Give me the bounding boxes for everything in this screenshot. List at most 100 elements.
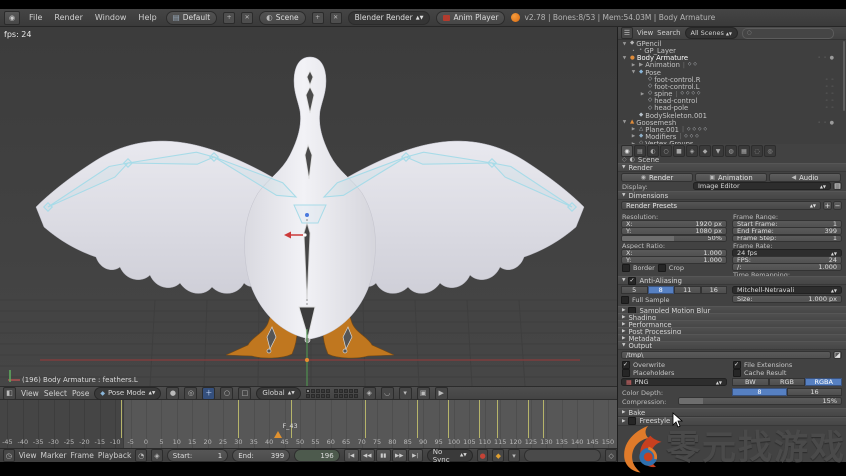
menu-window[interactable]: Window: [92, 13, 130, 22]
menu-pose[interactable]: Pose: [72, 389, 89, 398]
tab-object-data[interactable]: ▼: [712, 145, 724, 157]
menu-view[interactable]: View: [19, 451, 37, 460]
layer-toggle[interactable]: [321, 394, 325, 398]
layer-toggle[interactable]: [321, 389, 325, 393]
pause-button[interactable]: ▮▮: [376, 449, 391, 462]
3d-viewport[interactable]: fps: 24 (196) Body Armature : feathers.L: [0, 27, 617, 386]
overwrite-checkbox[interactable]: [622, 361, 630, 369]
anim-player-button[interactable]: Anim Player: [436, 11, 505, 25]
expander-icon[interactable]: ▶: [639, 92, 646, 97]
editor-type-icon[interactable]: ◷: [3, 449, 15, 462]
output-file-extensions-row[interactable]: File Extensions: [733, 361, 792, 369]
jump-to-end-button[interactable]: ▶|: [408, 449, 423, 462]
add-layout-button[interactable]: +: [223, 12, 235, 24]
aa-sample-11[interactable]: 11: [674, 286, 701, 294]
menu-render[interactable]: Render: [51, 13, 85, 22]
restrict-select-icon[interactable]: ◦: [831, 84, 834, 90]
delete-layout-button[interactable]: ✕: [241, 12, 253, 24]
layer-toggle[interactable]: [339, 389, 343, 393]
menu-select[interactable]: Select: [44, 389, 67, 398]
restrict-view-icon[interactable]: ◦: [825, 91, 828, 97]
screen-layout-selector[interactable]: ▤ Default: [166, 11, 218, 25]
layer-toggle[interactable]: [344, 394, 348, 398]
restrict-select-icon[interactable]: ◦: [824, 120, 827, 126]
tab-texture[interactable]: ▦: [738, 145, 750, 157]
inline-icon[interactable]: ◇: [691, 92, 694, 97]
render-engine-dropdown[interactable]: Blender Render ▲▼: [348, 11, 431, 25]
expander-icon[interactable]: ▼: [621, 42, 628, 47]
restrict-render-icon[interactable]: ●: [830, 55, 834, 61]
lock-icon[interactable]: ◈: [363, 387, 376, 400]
restrict-view-icon[interactable]: ◦: [825, 84, 828, 90]
mode-dropdown[interactable]: ◆ Pose Mode ▲▼: [94, 387, 161, 400]
dim-left-field-y[interactable]: Y:1080 px: [621, 227, 727, 235]
orientation-dropdown[interactable]: Global ▲▼: [256, 387, 300, 400]
preview-range-icon[interactable]: ◔: [135, 449, 147, 462]
restrict-view-icon[interactable]: ◦: [825, 77, 828, 83]
tab-modifiers[interactable]: ◆: [699, 145, 711, 157]
full-sample-checkbox[interactable]: [621, 296, 629, 304]
tab-material[interactable]: ◍: [725, 145, 737, 157]
editor-type-icon[interactable]: ◉: [4, 11, 20, 25]
display-dropdown[interactable]: Image Editor ▲▼: [693, 182, 831, 190]
layer-toggle[interactable]: [349, 389, 353, 393]
layer-toggle[interactable]: [311, 394, 315, 398]
output-placeholders-row[interactable]: Placeholders: [622, 369, 674, 377]
layer-toggle[interactable]: [344, 389, 348, 393]
display-mode-dropdown[interactable]: All Scenes ▲▼: [685, 27, 739, 39]
render-opengl-anim-icon[interactable]: ▶: [435, 387, 448, 400]
layer-toggle[interactable]: [326, 389, 330, 393]
expander-icon[interactable]: ▶: [630, 134, 637, 139]
aa-sample-5[interactable]: 5: [621, 286, 648, 294]
inline-icon[interactable]: ◇: [697, 92, 700, 97]
layer-buttons[interactable]: [306, 389, 358, 398]
layer-toggle[interactable]: [349, 394, 353, 398]
menu-file[interactable]: File: [26, 13, 45, 22]
channel-rgba[interactable]: RGBA: [805, 378, 842, 386]
border-checkbox[interactable]: [622, 264, 630, 272]
output-overwrite-row[interactable]: Overwrite: [622, 361, 665, 369]
animation-button[interactable]: ▣ Animation: [695, 173, 767, 182]
jump-to-start-button[interactable]: |◀: [344, 449, 359, 462]
panel-header-antialiasing[interactable]: ▼ Anti-Aliasing: [618, 276, 846, 285]
current-frame-field[interactable]: 196: [294, 449, 340, 462]
dim-right-field-end-frame[interactable]: End Frame:399: [732, 227, 842, 235]
tab-constraints[interactable]: ◈: [686, 145, 698, 157]
aa-filter-dropdown[interactable]: Mitchell-Netravali ▲▼: [732, 286, 842, 294]
snap-magnet-icon[interactable]: ◡: [381, 387, 394, 400]
render-button[interactable]: ◉ Render: [621, 173, 693, 182]
record-button[interactable]: ●: [477, 449, 489, 462]
menu-search[interactable]: Search: [657, 29, 680, 37]
preset-remove-button[interactable]: −: [833, 201, 842, 210]
inline-icon[interactable]: ◇: [698, 128, 701, 133]
expander-icon[interactable]: ▶: [630, 127, 637, 132]
inline-icon[interactable]: ◇: [681, 92, 684, 97]
file-format-dropdown[interactable]: ▦ PNG ▲▼: [621, 378, 727, 386]
manipulator-rotate-icon[interactable]: ○: [220, 387, 233, 400]
pivot-center-icon[interactable]: ◎: [184, 387, 197, 400]
inline-icon[interactable]: ◇: [703, 128, 706, 133]
dim-left-field-y[interactable]: Y:1.000: [621, 256, 727, 264]
menu-view[interactable]: View: [21, 389, 39, 398]
render-presets-dropdown[interactable]: Render Presets ▲▼: [621, 201, 821, 210]
restrict-select-icon[interactable]: ◦: [824, 55, 827, 61]
layer-toggle[interactable]: [326, 394, 330, 398]
editor-type-icon[interactable]: ◧: [3, 387, 16, 400]
crop-checkbox[interactable]: [658, 264, 666, 272]
layer-toggle[interactable]: [306, 394, 310, 398]
restrict-render-icon[interactable]: ●: [830, 120, 834, 126]
restrict-select-icon[interactable]: ◦: [831, 105, 834, 111]
autokey-icon[interactable]: ◆: [492, 449, 504, 462]
next-keyframe-button[interactable]: ▶▶: [392, 449, 407, 462]
placeholders-checkbox[interactable]: [622, 369, 630, 377]
layer-toggle[interactable]: [334, 394, 338, 398]
restrict-select-icon[interactable]: ◦: [831, 77, 834, 83]
preset-add-button[interactable]: +: [823, 201, 832, 210]
restrict-view-icon[interactable]: ◦: [825, 98, 828, 104]
layer-toggle[interactable]: [316, 394, 320, 398]
layer-toggle[interactable]: [339, 394, 343, 398]
full-sample-checkbox-row[interactable]: Full Sample: [621, 296, 670, 304]
antialiasing-checkbox[interactable]: [628, 277, 636, 285]
channel-bw[interactable]: BW: [732, 378, 769, 386]
bone-head-point[interactable]: [305, 213, 309, 217]
